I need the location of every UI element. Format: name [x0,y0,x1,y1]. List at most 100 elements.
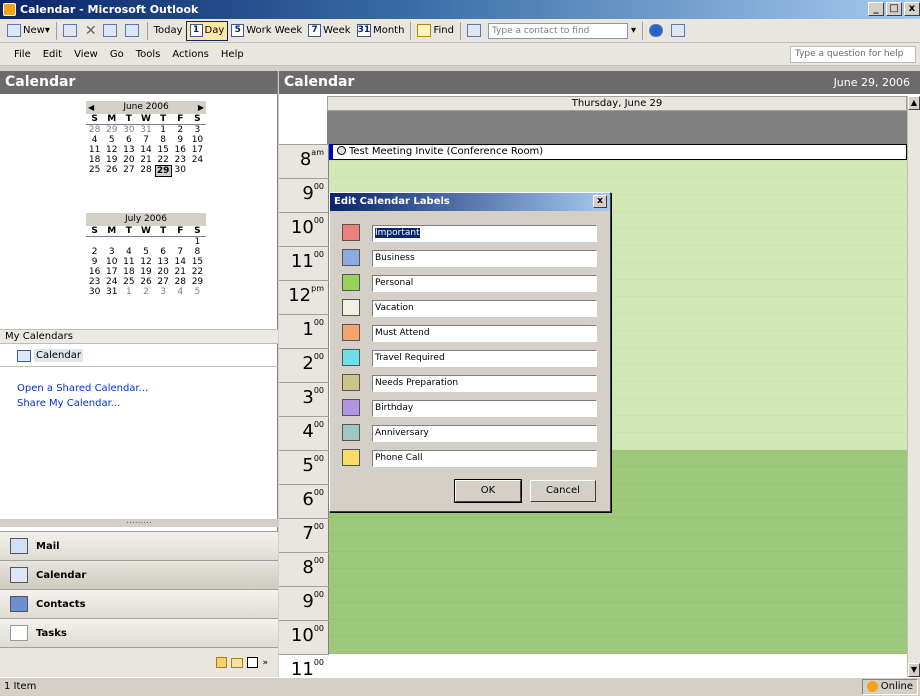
calendar-day-cell[interactable]: 27 [155,277,172,287]
day-view-button[interactable]: 1 Day [185,20,229,41]
calendar-day-cell[interactable]: 22 [155,155,172,165]
ok-button[interactable]: OK [454,479,522,503]
help-icon[interactable] [646,21,668,41]
scroll-up-arrow-icon[interactable]: ▲ [908,96,920,110]
calendar-day-cell[interactable]: 14 [137,145,154,155]
label-name-input[interactable]: Phone Call [372,450,597,467]
calendar-day-cell[interactable]: 14 [172,257,189,267]
contact-dropdown-arrow[interactable]: ▾ [628,21,639,41]
calendar-day-cell[interactable]: 28 [137,165,154,177]
ask-question-input[interactable]: Type a question for help [790,46,916,63]
open-shared-calendar-link[interactable]: Open a Shared Calendar... [17,383,148,394]
label-name-input[interactable]: Birthday [372,400,597,417]
calendar-day-cell[interactable]: 5 [137,247,154,257]
calendar-day-cell[interactable]: 15 [189,257,206,267]
calendar-day-cell[interactable]: 1 [155,125,172,135]
calendar-day-cell[interactable] [137,237,154,247]
calendar-day-cell[interactable]: 29 [189,277,206,287]
tasks-nav-button[interactable]: Tasks [0,618,278,647]
calendar-day-cell[interactable]: 25 [86,165,103,177]
today-button[interactable]: Today [151,21,186,41]
calendar-day-cell[interactable]: 19 [137,267,154,277]
calendar-day-cell[interactable]: 30 [86,287,103,297]
calendar-day-cell[interactable]: 28 [86,125,103,135]
menu-edit[interactable]: Edit [43,49,62,60]
calendar-day-cell[interactable]: 30 [172,165,189,177]
month-view-button[interactable]: 31 Month [354,21,408,41]
calendar-day-cell[interactable]: 20 [120,155,137,165]
calendar-day-cell[interactable]: 27 [120,165,137,177]
calendar-day-cell[interactable]: 1 [120,287,137,297]
label-name-input[interactable]: Anniversary [372,425,597,442]
calendar-day-cell[interactable]: 4 [172,287,189,297]
label-name-input[interactable]: Needs Preparation [372,375,597,392]
calendar-day-cell[interactable]: 13 [155,257,172,267]
calendar-day-cell[interactable]: 3 [155,287,172,297]
calendar-day-cell[interactable]: 3 [189,125,206,135]
calendar-day-cell[interactable]: 11 [86,145,103,155]
label-name-input[interactable]: Vacation [372,300,597,317]
prev-month-arrow-icon[interactable]: ◀ [88,101,94,114]
calendar-day-cell[interactable]: 6 [155,247,172,257]
maximize-button[interactable]: □ [886,2,902,16]
calendar-day-cell[interactable]: 15 [155,145,172,155]
view-grid-button[interactable] [100,21,122,41]
calendar-day-cell[interactable]: 17 [189,145,206,155]
day-column-header[interactable]: Thursday, June 29 [327,96,907,111]
calendar-day-cell[interactable]: 4 [86,135,103,145]
calendar-day-cell[interactable]: 24 [189,155,206,165]
find-button[interactable]: Find [414,21,457,41]
calendar-day-cell[interactable]: 5 [189,287,206,297]
calendar-day-cell[interactable]: 5 [103,135,120,145]
calendar-day-cell[interactable]: 31 [137,125,154,135]
calendar-day-cell[interactable]: 12 [137,257,154,267]
calendar-list-item[interactable]: Calendar [0,345,278,367]
calendar-day-cell[interactable]: 23 [172,155,189,165]
mail-nav-button[interactable]: Mail [0,531,278,560]
scroll-down-arrow-icon[interactable]: ▼ [908,663,920,677]
calendar-day-cell[interactable]: 8 [189,247,206,257]
folder-list-icon[interactable] [231,657,244,668]
my-calendars-header[interactable]: My Calendars [0,329,278,344]
all-day-event-area[interactable] [327,111,907,144]
calendar-day-cell[interactable]: 16 [86,267,103,277]
calendar-day-cell[interactable]: 16 [172,145,189,155]
calendar-day-cell[interactable]: 8 [155,135,172,145]
calendar-day-cell[interactable]: 29 [154,165,172,177]
menu-go[interactable]: Go [110,49,124,60]
calendar-day-cell[interactable] [120,237,137,247]
splitter-grip[interactable]: ......... [0,517,278,527]
address-book-button[interactable] [122,21,144,41]
calendar-day-cell[interactable]: 1 [189,237,206,247]
calendar-day-cell[interactable]: 25 [120,277,137,287]
label-name-input[interactable]: Must Attend [372,325,597,342]
menu-help[interactable]: Help [221,49,244,60]
calendar-day-cell[interactable]: 3 [103,247,120,257]
label-name-input[interactable]: Travel Required [372,350,597,367]
calendar-day-cell[interactable]: 10 [103,257,120,267]
shortcuts-icon[interactable] [247,657,259,668]
calendar-day-cell[interactable] [155,237,172,247]
calendar-day-cell[interactable]: 24 [103,277,120,287]
calendar-day-cell[interactable]: 17 [103,267,120,277]
calendar-day-cell[interactable]: 18 [120,267,137,277]
delete-button[interactable]: ✕ [82,21,100,41]
calendar-day-cell[interactable]: 30 [120,125,137,135]
print-button[interactable] [60,21,82,41]
calendar-day-cell[interactable]: 7 [172,247,189,257]
contact-book-icon[interactable] [464,21,486,41]
dialog-close-button[interactable]: x [593,195,607,208]
contact-search-input[interactable]: Type a contact to find [487,22,628,39]
calendar-nav-button[interactable]: Calendar [0,560,278,589]
calendar-day-cell[interactable] [103,237,120,247]
appointment-item[interactable]: Test Meeting Invite (Conference Room) [329,144,907,160]
menu-actions[interactable]: Actions [172,49,209,60]
menu-view[interactable]: View [74,49,98,60]
calendar-day-cell[interactable]: 26 [137,277,154,287]
vertical-scrollbar[interactable]: ▲ ▼ [907,96,920,677]
label-name-input[interactable]: Business [372,250,597,267]
calendar-day-cell[interactable]: 4 [120,247,137,257]
calendar-day-cell[interactable]: 9 [86,257,103,267]
calendar-day-cell[interactable]: 29 [103,125,120,135]
calendar-day-cell[interactable]: 26 [103,165,120,177]
